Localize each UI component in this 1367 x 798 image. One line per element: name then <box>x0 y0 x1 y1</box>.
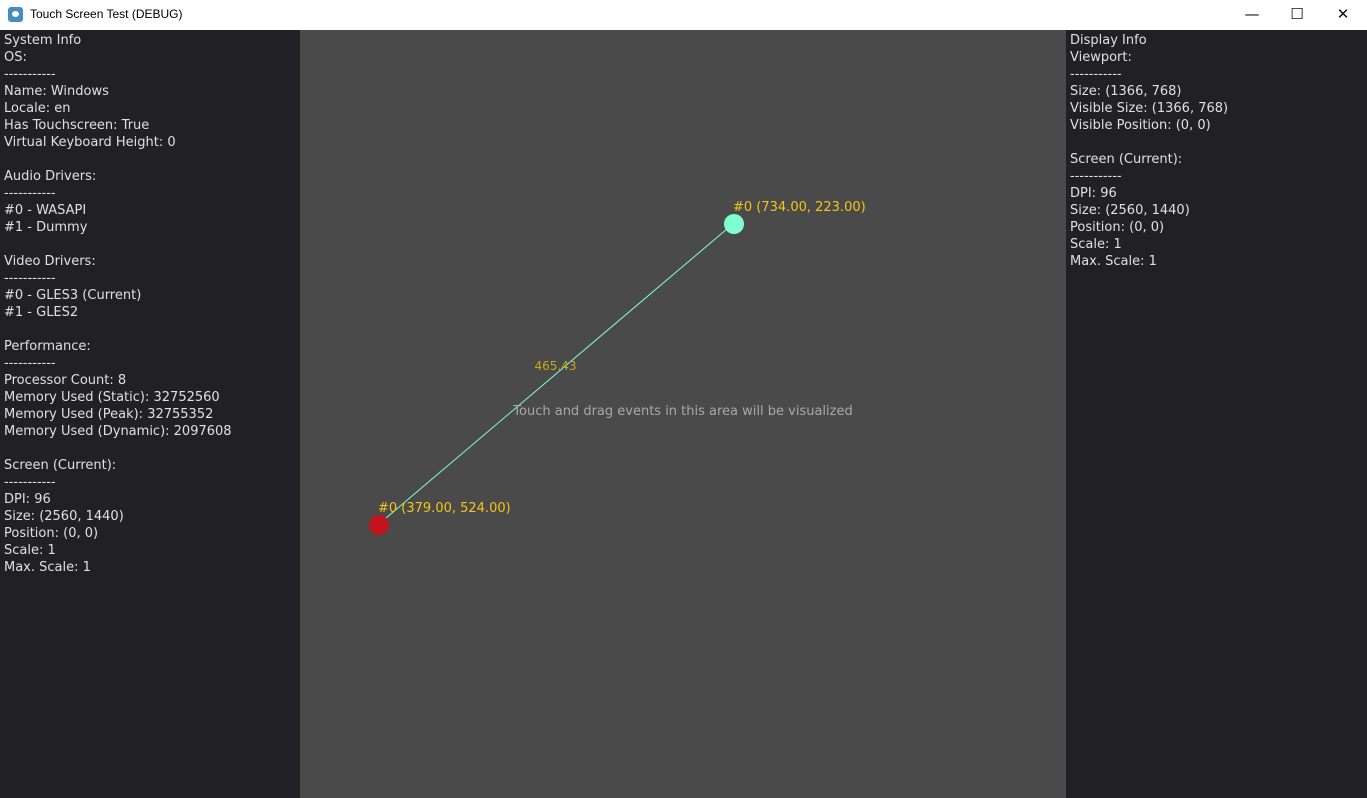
system-info-panel: System Info OS: ----------- Name: Windows Lo… <box>0 30 300 798</box>
system-info-line <box>4 236 232 253</box>
close-button[interactable]: ✕ <box>1320 0 1366 30</box>
system-info-line: Audio Drivers: <box>4 169 97 184</box>
display-info-line: Position: (0, 0) <box>1070 220 1165 235</box>
system-info-line <box>4 151 232 168</box>
system-info-line: ----------- <box>4 186 56 201</box>
touch-point-marker <box>724 214 744 234</box>
system-info-line: Size: (2560, 1440) <box>4 509 124 524</box>
display-info-line: Visible Size: (1366, 768) <box>1070 101 1229 116</box>
display-info-text: Display Info Viewport: ----------- Size: (1… <box>1070 32 1228 270</box>
display-info-line: Scale: 1 <box>1070 237 1122 252</box>
system-info-line: Max. Scale: 1 <box>4 560 91 575</box>
window-title: Touch Screen Test (DEBUG) <box>30 7 183 21</box>
display-info-panel: Display Info Viewport: ----------- Size: (1… <box>1066 30 1367 798</box>
system-info-line: #0 - GLES3 (Current) <box>4 288 142 303</box>
godot-icon <box>8 7 23 22</box>
system-info-line: Performance: <box>4 339 91 354</box>
system-info-line: Video Drivers: <box>4 254 96 269</box>
touch-point-label: #0 (734.00, 223.00) <box>733 200 866 215</box>
maximize-button[interactable]: ☐ <box>1274 0 1320 30</box>
title-bar: Touch Screen Test (DEBUG) — ☐ ✕ <box>0 0 1367 30</box>
system-info-line: Has Touchscreen: True <box>4 118 150 133</box>
touch-connector-line <box>378 222 735 525</box>
system-info-line: Memory Used (Static): 32752560 <box>4 390 220 405</box>
display-info-line <box>1070 134 1228 151</box>
touch-area[interactable]: Touch and drag events in this area will … <box>300 30 1066 798</box>
display-info-line: Size: (1366, 768) <box>1070 84 1182 99</box>
system-info-line: Memory Used (Peak): 32755352 <box>4 407 214 422</box>
system-info-line: Name: Windows <box>4 84 109 99</box>
system-info-line: #0 - WASAPI <box>4 203 87 218</box>
system-info-line: Locale: en <box>4 101 71 116</box>
system-info-header: System Info <box>4 33 82 48</box>
system-info-line: ----------- <box>4 67 56 82</box>
system-info-line <box>4 440 232 457</box>
display-info-line: ----------- <box>1070 67 1122 82</box>
display-info-header: Display Info <box>1070 33 1147 48</box>
display-info-line: DPI: 96 <box>1070 186 1117 201</box>
display-info-line: Max. Scale: 1 <box>1070 254 1157 269</box>
system-info-line: Memory Used (Dynamic): 2097608 <box>4 424 232 439</box>
system-info-line: Screen (Current): <box>4 458 117 473</box>
display-info-line: Viewport: <box>1070 50 1132 65</box>
system-info-line: OS: <box>4 50 27 65</box>
minimize-button[interactable]: — <box>1229 0 1275 30</box>
display-info-line: Size: (2560, 1440) <box>1070 203 1190 218</box>
system-info-line: ----------- <box>4 356 56 371</box>
system-info-line: ----------- <box>4 475 56 490</box>
display-info-line: Screen (Current): <box>1070 152 1183 167</box>
system-info-text: System Info OS: ----------- Name: Windows Lo… <box>4 32 232 576</box>
touch-point-label: #0 (379.00, 524.00) <box>378 501 511 516</box>
touch-point-marker <box>369 515 389 535</box>
touch-hint: Touch and drag events in this area will … <box>513 404 853 419</box>
system-info-line: Scale: 1 <box>4 543 56 558</box>
display-info-line: ----------- <box>1070 169 1122 184</box>
system-info-line: #1 - GLES2 <box>4 305 79 320</box>
system-info-line: Virtual Keyboard Height: 0 <box>4 135 176 150</box>
system-info-line: DPI: 96 <box>4 492 51 507</box>
system-info-line: #1 - Dummy <box>4 220 88 235</box>
system-info-line: ----------- <box>4 271 56 286</box>
system-info-line: Processor Count: 8 <box>4 373 127 388</box>
distance-label: 465.43 <box>534 358 577 373</box>
system-info-line: Position: (0, 0) <box>4 526 99 541</box>
system-info-line <box>4 321 232 338</box>
display-info-line: Visible Position: (0, 0) <box>1070 118 1211 133</box>
